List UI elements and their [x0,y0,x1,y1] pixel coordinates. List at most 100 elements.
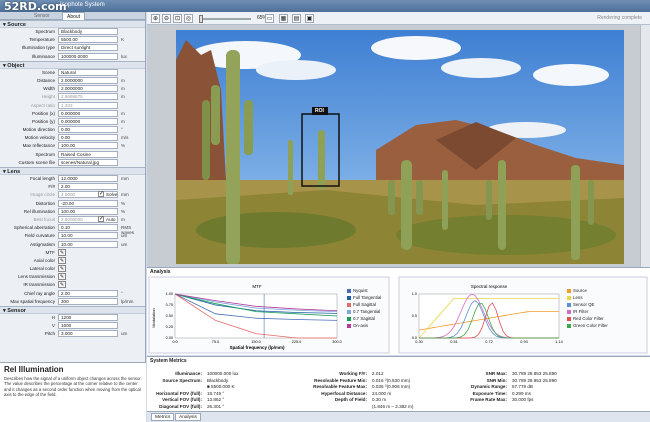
field-input[interactable]: 0.00 [58,134,118,142]
spectral-xtick: 1.14 [555,340,562,344]
field-label: V [51,323,55,329]
plot-edit-icon[interactable]: ✎ [58,265,66,273]
field-input[interactable]: 10.00 [58,232,118,240]
field-input[interactable]: Natural [58,68,118,76]
zoom-actual-icon[interactable]: ◎ [184,14,193,23]
field-input[interactable]: 100.00 [58,142,118,150]
legend-entry[interactable]: On-axis [347,323,368,328]
mtf-xtick: 75.0 [212,340,219,344]
field-label: Astigmatism [29,241,55,247]
legend-entry[interactable]: Full Tangential [347,295,381,300]
zoom-slider[interactable] [199,18,251,20]
roi-label: ROI [315,108,324,114]
plot-edit-icon[interactable]: ✎ [58,256,66,264]
rendered-image[interactable]: ROI [176,30,624,264]
legend-swatch [347,302,351,307]
field-label: Illumination type [21,45,55,51]
sensor-section-header[interactable]: ▾ Sensor [0,306,145,314]
legend-entry[interactable]: Green Color Filter [567,323,608,328]
metric-value: (1.846 m – 2.382 m) [372,403,414,409]
field-input[interactable]: Raised Cosine [58,150,118,158]
field-input[interactable]: 10.00 [58,240,118,248]
field-label: Aspect ratio [30,102,55,108]
zoom-in-icon[interactable]: ⊕ [151,14,160,23]
viewport-scrollbar[interactable] [640,25,650,267]
field-input[interactable]: 2.00 [58,183,118,191]
field-input[interactable]: 300 [58,297,118,305]
mtf-xtick: 0.0 [172,340,177,344]
legend-entry[interactable]: IR Filter [567,309,588,314]
field-input[interactable]: -20.00 [58,199,118,207]
field-input[interactable]: 2.00 [58,289,118,297]
field-unit: % [121,143,126,149]
lens-row: Focal length 12.0000 mm [0,175,145,183]
legend-label: IR Filter [573,309,589,314]
mtf-ylabel: Modulation [151,308,156,328]
field-label: Position (x) [32,110,55,116]
field-input[interactable]: scenes/Natural.jpg [58,158,118,166]
zoom-out-icon[interactable]: ⊖ [162,14,171,23]
field-input[interactable]: 0.000000 [58,109,118,117]
field-input[interactable]: 0.00 [58,126,118,134]
legend-entry[interactable]: Red Color Filter [567,316,604,321]
metric-label: Frame Rate Max: [470,397,507,402]
metric-value: 2.012 [372,371,384,376]
mtf-xtick: 300.0 [332,340,342,344]
grid-icon[interactable]: ▦ [279,14,288,23]
lens-plot-row: Lens transmission ✎ [0,273,145,281]
field-input[interactable]: 5500.00 [58,36,118,44]
object-section-header[interactable]: ▾ Object [0,60,145,69]
plot-edit-icon[interactable]: ✎ [58,273,66,281]
metric-label: Working F/#: [339,371,367,376]
metric-label: Exposure Time: [472,390,507,396]
zoom-slider-handle[interactable] [199,15,203,23]
export-icon[interactable]: ▤ [292,14,301,23]
field-input[interactable]: 1.333 [58,101,118,109]
field-unit: ° [121,290,123,296]
legend-entry[interactable]: 0.7 Tangential [347,309,380,314]
field-input[interactable]: Direct sunlight [58,44,118,52]
bottom-tabs: Metrics Analysis [147,411,650,422]
image-icon[interactable]: ▭ [265,14,274,23]
field-input[interactable]: 0.10 [58,224,118,232]
field-input[interactable]: 0.000000 [58,117,118,125]
checkbox[interactable] [98,215,104,222]
mtf-ytick: 0.25 [166,325,173,329]
field-input[interactable]: 2.6666675 [58,93,118,101]
spectral-title: Spectral response [471,284,508,289]
tab-analysis[interactable]: Analysis [175,413,201,421]
legend-entry[interactable]: Lens [567,295,583,300]
plot-label: MTF [45,249,55,255]
tab-about[interactable]: About [62,12,86,20]
field-unit: m [121,86,125,92]
field-input[interactable]: 2.0000000 [58,85,118,93]
legend-entry[interactable]: Nyquist [347,288,368,293]
legend-entry[interactable]: Sensor QE [567,302,594,307]
plot-edit-icon[interactable]: ✎ [58,281,66,289]
field-input[interactable]: 12.0000 [58,175,118,182]
field-input[interactable]: 3.000 [58,330,118,338]
tab-sensor[interactable]: Sensor [30,12,54,20]
field-input[interactable]: 2.0000000 [58,76,118,84]
plot-edit-icon[interactable]: ✎ [58,248,66,256]
field-input[interactable]: 1600 [58,322,118,330]
field-unit: m [121,118,125,124]
sensor-row: H 1200 [0,314,145,322]
field-input[interactable]: 1200 [58,314,118,321]
source-section-header[interactable]: ▾ Source [0,20,145,28]
metric-value: 30.789 28.853 25.890 [512,371,557,376]
field-label: Spectrum [35,29,55,34]
lens-row: Max spatial frequency 300 lp/mm [0,297,145,306]
field-input[interactable]: 100.00 [58,207,118,215]
legend-entry[interactable]: Full Sagittal [347,302,376,307]
zoom-fit-icon[interactable]: ⊡ [173,14,182,23]
field-input[interactable]: 100000.0000 [58,52,118,60]
save-icon[interactable]: ▣ [305,14,314,23]
lens-section-header[interactable]: ▾ Lens [0,167,145,175]
checkbox[interactable] [98,190,104,198]
legend-entry[interactable]: 0.7 Sagittal [347,316,375,321]
tab-metrics[interactable]: Metrics [151,413,175,421]
legend-swatch [567,302,571,307]
legend-entry[interactable]: Source [567,288,587,293]
field-input[interactable]: Blackbody [58,28,118,35]
